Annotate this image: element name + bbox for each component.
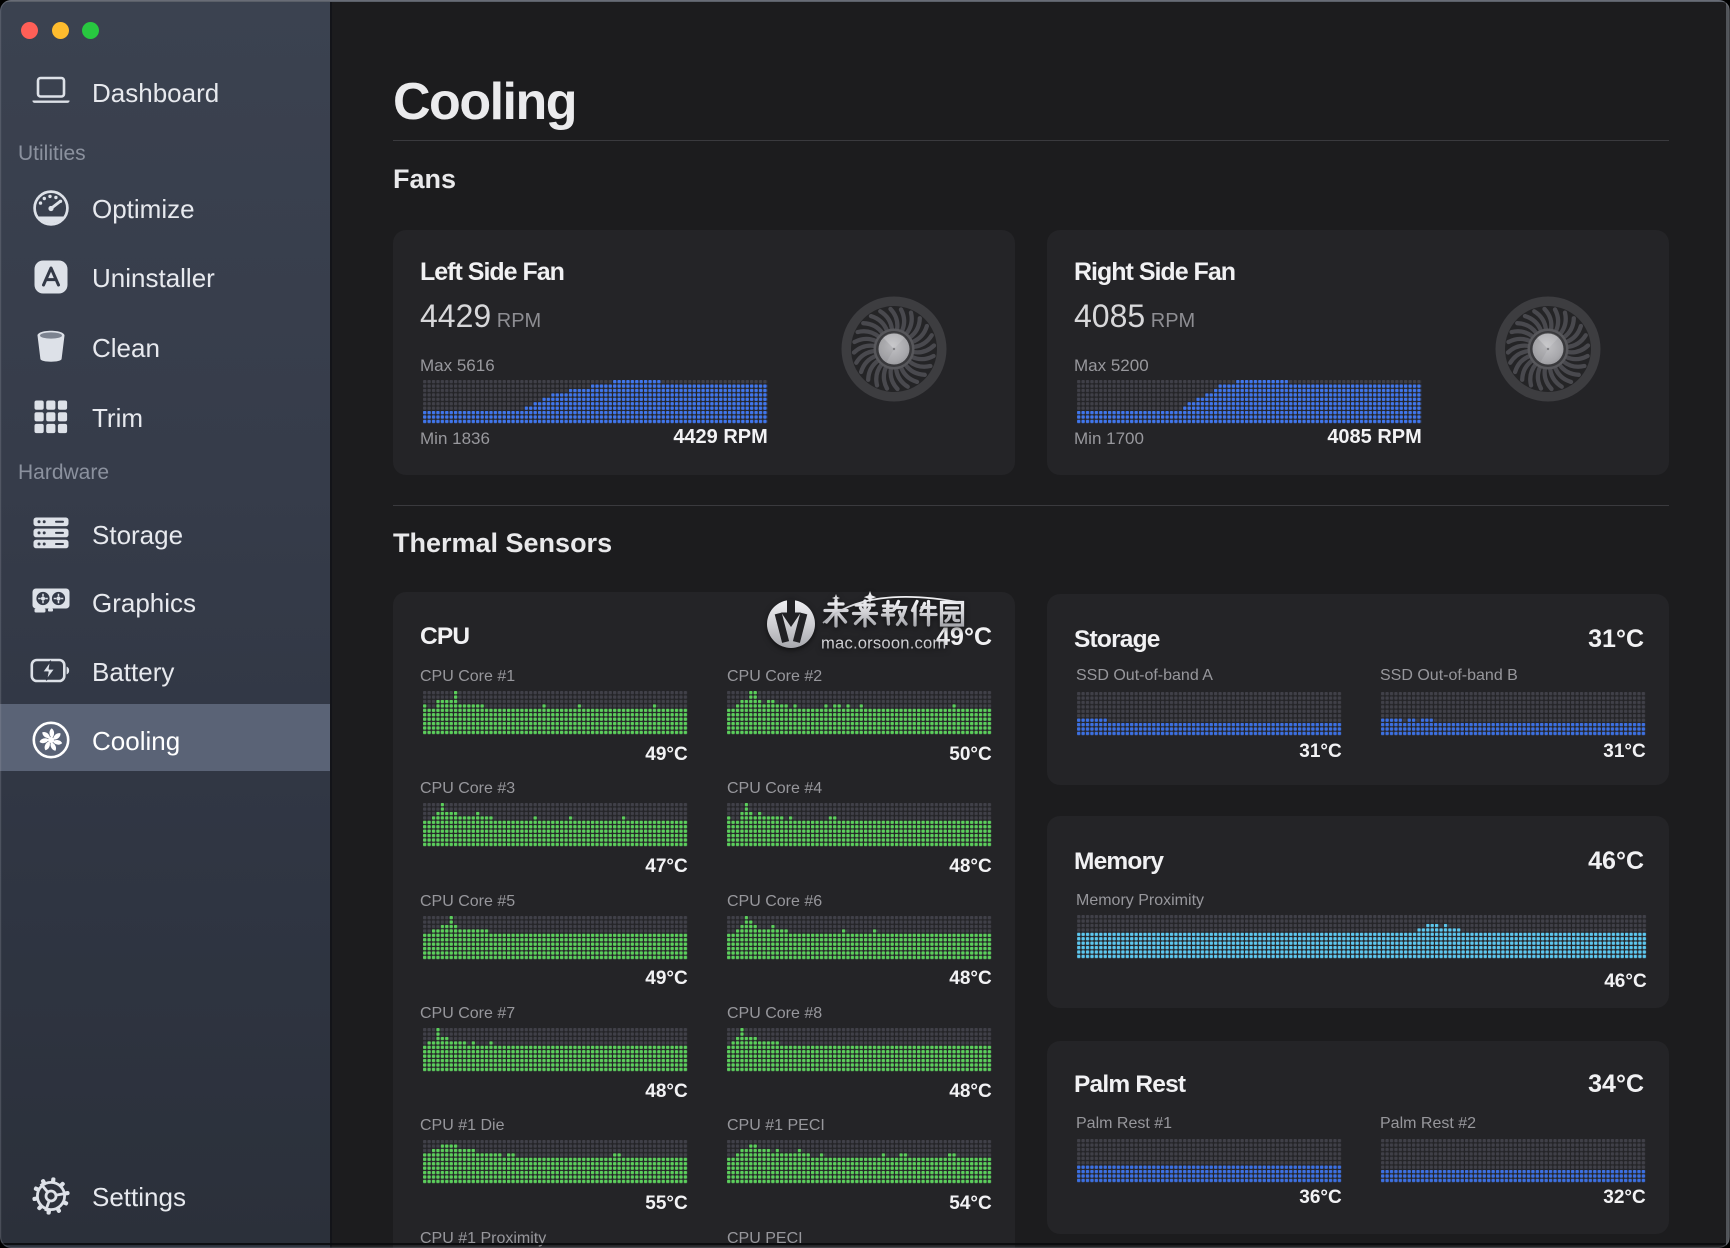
svg-text:mac.orsoon.com: mac.orsoon.com	[821, 634, 946, 653]
